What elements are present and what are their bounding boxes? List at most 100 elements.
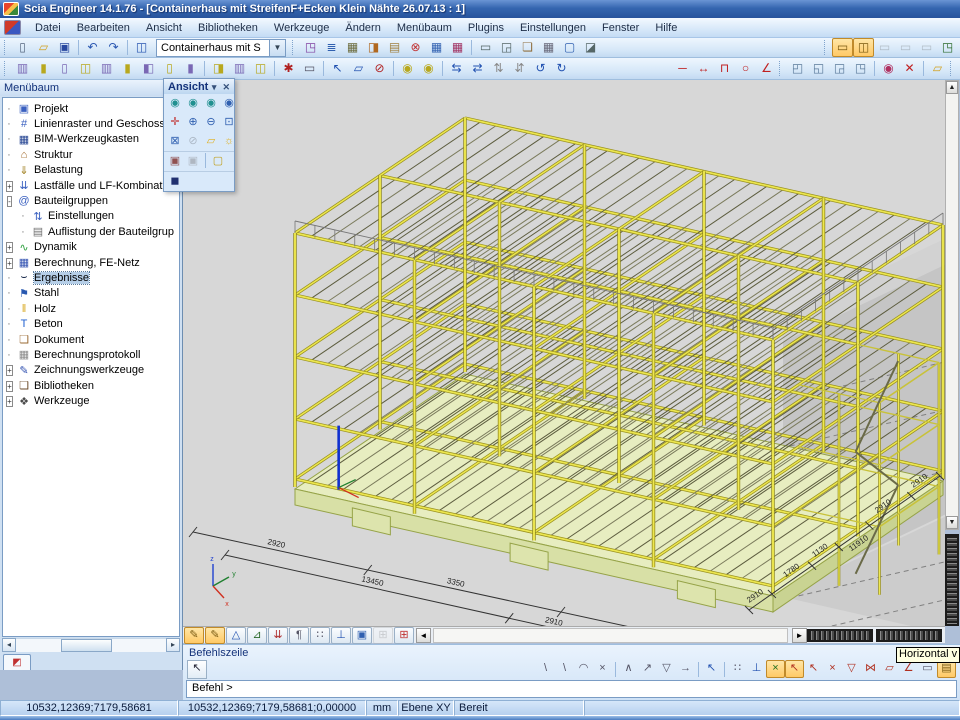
window-cascade-icon[interactable]: ▭ bbox=[874, 38, 895, 57]
tree-item-bibliotheken[interactable]: +❏Bibliotheken bbox=[3, 378, 179, 393]
show-local-axes-icon[interactable]: ⊥ bbox=[331, 627, 351, 644]
scroll-up-icon[interactable]: ▲ bbox=[946, 81, 958, 94]
horizontal-pan-wheel[interactable] bbox=[807, 629, 873, 642]
select-by-cursor-icon[interactable]: ↖ bbox=[327, 59, 348, 78]
new-project-icon[interactable]: ▯ bbox=[12, 38, 33, 57]
model-viewport[interactable]: zyx2920335013450291040902910178011301191… bbox=[183, 80, 945, 626]
display-members-icon[interactable]: ▯ bbox=[54, 59, 75, 78]
renumber-3-icon[interactable]: ◲ bbox=[829, 59, 850, 78]
display-surfaces-icon[interactable]: ◨ bbox=[208, 59, 229, 78]
scroll-down-icon[interactable]: ▼ bbox=[946, 516, 958, 529]
snap-perpendicular-icon[interactable]: ↖ bbox=[804, 660, 823, 678]
delete-plane-icon[interactable]: ✕ bbox=[899, 59, 920, 78]
renumber-2-icon[interactable]: ◱ bbox=[808, 59, 829, 78]
view-y-icon[interactable]: ◉ bbox=[184, 95, 202, 112]
copy-node-icon[interactable]: ⇄ bbox=[467, 59, 488, 78]
horizontal-rotation-wheel[interactable] bbox=[876, 629, 942, 642]
close-icon[interactable]: ✕ bbox=[222, 82, 230, 92]
tree-item-beton[interactable]: ·TBeton bbox=[3, 316, 179, 331]
picture-gallery-icon[interactable]: ❏ bbox=[517, 38, 538, 57]
view-axo-icon[interactable]: ◉ bbox=[220, 95, 238, 112]
snap-segment-icon[interactable]: \ bbox=[536, 660, 555, 678]
window-tile-v-icon[interactable]: ▭ bbox=[916, 38, 937, 57]
shaded-toggle-icon[interactable]: ✎ bbox=[205, 627, 225, 644]
menu-item-menubaum[interactable]: Menübaum bbox=[389, 19, 460, 37]
tree-item-zeichnungswerkzeuge[interactable]: +✎Zeichnungswerkzeuge bbox=[3, 363, 179, 378]
units-indicator[interactable]: mm bbox=[366, 700, 398, 716]
menu-item-bearbeiten[interactable]: Bearbeiten bbox=[69, 19, 138, 37]
cleaner-icon[interactable]: ◪ bbox=[580, 38, 601, 57]
snap-midpoint-icon[interactable]: × bbox=[766, 660, 785, 678]
draw-angle-icon[interactable]: ∠ bbox=[756, 59, 777, 78]
menu-item-datei[interactable]: Datei bbox=[27, 19, 69, 37]
snap-node-icon[interactable]: ▽ bbox=[842, 660, 861, 678]
snap-ray-icon[interactable]: \ bbox=[555, 660, 574, 678]
window-tile-h-icon[interactable]: ▭ bbox=[895, 38, 916, 57]
show-member-labels-icon[interactable]: ¶ bbox=[289, 627, 309, 644]
display-supports-icon[interactable]: ▥ bbox=[96, 59, 117, 78]
menu-item-hilfe[interactable]: Hilfe bbox=[647, 19, 685, 37]
hotline-dimension-icon[interactable]: ─ bbox=[672, 59, 693, 78]
menu-item-einstellungen[interactable]: Einstellungen bbox=[512, 19, 594, 37]
scroll-right-icon[interactable]: ► bbox=[792, 628, 807, 643]
tree-item-werkzeuge[interactable]: +❖Werkzeuge bbox=[3, 393, 179, 408]
display-sections-icon[interactable]: ◫ bbox=[75, 59, 96, 78]
expand-icon[interactable]: + bbox=[6, 365, 13, 376]
snap-arc-icon[interactable]: ◠ bbox=[574, 660, 593, 678]
paste-data-icon[interactable]: ▤ bbox=[384, 38, 405, 57]
expand-icon[interactable]: + bbox=[6, 242, 13, 253]
tree-item-projekt[interactable]: ·▣Projekt bbox=[3, 101, 179, 116]
redo-icon[interactable]: ↷ bbox=[103, 38, 124, 57]
snap-delete-icon[interactable]: × bbox=[593, 660, 612, 678]
tree-item-bim-werkzeugkasten[interactable]: ·▦BIM-Werkzeugkasten bbox=[3, 132, 179, 147]
tree-item-berechnungsprotokoll[interactable]: ·▦Berechnungsprotokoll bbox=[3, 347, 179, 362]
tree-item-belastung[interactable]: ·⇓Belastung bbox=[3, 163, 179, 178]
table-results-icon[interactable]: ▦ bbox=[447, 38, 468, 57]
rotate-entities-icon[interactable]: ↺ bbox=[530, 59, 551, 78]
tree-item-linienraster-und-geschosse[interactable]: ·#Linienraster und Geschosse bbox=[3, 116, 179, 131]
line-grid-icon[interactable]: ⊥ bbox=[747, 660, 766, 678]
copy-picture-icon[interactable]: ▣ bbox=[184, 153, 202, 170]
renumber-4-icon[interactable]: ◳ bbox=[850, 59, 871, 78]
hide-selection-icon[interactable]: ▭ bbox=[299, 59, 320, 78]
view-z-icon[interactable]: ◉ bbox=[202, 95, 220, 112]
visibility-folder-icon[interactable]: ▱ bbox=[202, 133, 220, 150]
scroll-right-icon[interactable]: ▸ bbox=[166, 638, 180, 652]
print-preview-icon[interactable]: ◲ bbox=[496, 38, 517, 57]
calculator-icon[interactable]: ▦ bbox=[538, 38, 559, 57]
tree-item-dynamik[interactable]: +∿Dynamik bbox=[3, 240, 179, 255]
show-mesh-icon[interactable]: ⊞ bbox=[394, 627, 414, 644]
tree-item-einstellungen[interactable]: ·⇅Einstellungen bbox=[3, 209, 179, 224]
cursor-snap-settings-icon[interactable]: ↖ bbox=[702, 660, 721, 678]
vertical-rotation-wheel[interactable] bbox=[945, 534, 959, 626]
renumber-1-icon[interactable]: ◰ bbox=[787, 59, 808, 78]
zoom-out-icon[interactable]: ⊖ bbox=[202, 114, 220, 131]
tree-item-stahl[interactable]: ·⚑Stahl bbox=[3, 286, 179, 301]
expand-icon[interactable]: + bbox=[6, 381, 13, 392]
mirror-entities-icon[interactable]: ↻ bbox=[551, 59, 572, 78]
view-x-icon[interactable]: ◉ bbox=[166, 95, 184, 112]
project-info-icon[interactable]: ▢ bbox=[559, 38, 580, 57]
menu-item-fenster[interactable]: Fenster bbox=[594, 19, 647, 37]
tree-item-lastfalle-und-lf-kombinatio[interactable]: +⇊Lastfälle und LF-Kombinatio bbox=[3, 178, 179, 193]
dimension-line-icon[interactable]: ↔ bbox=[693, 59, 714, 78]
expand-icon[interactable]: + bbox=[6, 396, 13, 407]
open-view-folder-icon[interactable]: ▱ bbox=[927, 59, 948, 78]
tree-item-bauteilgruppen[interactable]: -@Bauteilgruppen bbox=[3, 193, 179, 208]
show-loads-icon[interactable]: ⇊ bbox=[268, 627, 288, 644]
tree-tab[interactable]: ◩ bbox=[3, 654, 31, 670]
snap-edge-icon[interactable]: ⋈ bbox=[861, 660, 880, 678]
export-data-icon[interactable]: ◨ bbox=[363, 38, 384, 57]
zoom-in-icon[interactable]: ⊕ bbox=[184, 114, 202, 131]
tree-item-struktur[interactable]: ·⌂Struktur bbox=[3, 147, 179, 162]
display-model-icon[interactable]: ▮ bbox=[180, 59, 201, 78]
teamwork-icon[interactable]: ◳ bbox=[300, 38, 321, 57]
menu-item-bibliotheken[interactable]: Bibliotheken bbox=[190, 19, 266, 37]
coordinate-axes-icon[interactable]: ✛ bbox=[166, 114, 184, 131]
close-window-icon[interactable]: ◫ bbox=[131, 38, 152, 57]
light-toggle-icon[interactable]: ☼ bbox=[220, 133, 238, 150]
show-volumes-icon[interactable]: △ bbox=[226, 627, 246, 644]
wireframe-toggle-icon[interactable]: ✎ bbox=[184, 627, 204, 644]
cursor-mode-button[interactable]: ↖ bbox=[187, 660, 207, 679]
snap-vertex-icon[interactable]: ∧ bbox=[619, 660, 638, 678]
